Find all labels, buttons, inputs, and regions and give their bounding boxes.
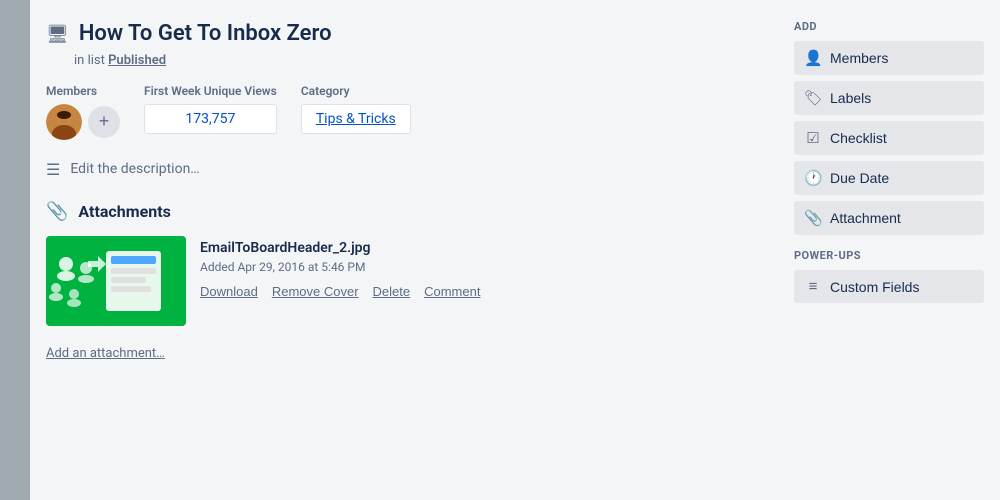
add-attachment-link[interactable]: Add an attachment… bbox=[46, 346, 165, 361]
attachments-header: 📎 Attachments bbox=[46, 201, 774, 222]
power-ups-title: Power-Ups bbox=[794, 249, 984, 262]
download-button[interactable]: Download bbox=[200, 284, 258, 299]
members-btn-label: Members bbox=[830, 50, 888, 66]
description-icon: ☰ bbox=[46, 160, 60, 179]
attachment-date: Added Apr 29, 2016 at 5:46 PM bbox=[200, 260, 480, 274]
attachments-icon: 📎 bbox=[46, 201, 68, 222]
labels-btn-label: Labels bbox=[830, 90, 871, 106]
custom-fields-sidebar-icon: ≡ bbox=[804, 278, 822, 295]
right-sidebar: Add 👤 Members 🏷 Labels ☑ Checklist 🕐 Due… bbox=[794, 20, 984, 480]
attachment-info: EmailToBoardHeader_2.jpg Added Apr 29, 2… bbox=[200, 236, 480, 326]
remove-cover-button[interactable]: Remove Cover bbox=[272, 284, 359, 299]
card-title: How To Get To Inbox Zero bbox=[79, 20, 332, 49]
list-link[interactable]: Published bbox=[108, 53, 166, 68]
labels-sidebar-icon: 🏷 bbox=[804, 89, 822, 107]
fields-row: Members + First Wee bbox=[46, 84, 774, 140]
attachment-thumb-svg bbox=[46, 236, 186, 326]
members-sidebar-icon: 👤 bbox=[804, 49, 822, 67]
sidebar-due-date-button[interactable]: 🕐 Due Date bbox=[794, 161, 984, 195]
attachment-filename: EmailToBoardHeader_2.jpg bbox=[200, 240, 480, 256]
due-date-sidebar-icon: 🕐 bbox=[804, 169, 822, 187]
attachment-thumbnail bbox=[46, 236, 186, 326]
attachment-item: EmailToBoardHeader_2.jpg Added Apr 29, 2… bbox=[46, 236, 774, 326]
attachments-title: Attachments bbox=[78, 202, 170, 221]
custom-fields-btn-label: Custom Fields bbox=[830, 279, 919, 295]
due-date-btn-label: Due Date bbox=[830, 170, 889, 186]
sidebar-members-button[interactable]: 👤 Members bbox=[794, 41, 984, 75]
attachment-actions: Download Remove Cover Delete Comment bbox=[200, 284, 480, 299]
edit-description-link[interactable]: Edit the description… bbox=[70, 161, 199, 177]
views-label: First Week Unique Views bbox=[144, 84, 277, 98]
avatar-svg bbox=[46, 104, 82, 140]
members-field: Members + bbox=[46, 84, 120, 140]
members-label: Members bbox=[46, 84, 120, 98]
attachment-sidebar-icon: 📎 bbox=[804, 209, 822, 227]
checklist-sidebar-icon: ☑ bbox=[804, 129, 822, 147]
category-value[interactable]: Tips & Tricks bbox=[301, 104, 411, 134]
add-member-button[interactable]: + bbox=[88, 106, 120, 138]
attachments-section: 📎 Attachments bbox=[46, 201, 774, 361]
members-value: + bbox=[46, 104, 120, 140]
in-list-label: in list Published bbox=[74, 53, 774, 68]
sidebar-labels-button[interactable]: 🏷 Labels bbox=[794, 81, 984, 115]
sidebar-attachment-button[interactable]: 📎 Attachment bbox=[794, 201, 984, 235]
views-field: First Week Unique Views 173,757 bbox=[144, 84, 277, 140]
checklist-btn-label: Checklist bbox=[830, 130, 887, 146]
add-section-title: Add bbox=[794, 20, 984, 33]
views-value[interactable]: 173,757 bbox=[144, 104, 277, 134]
sidebar-custom-fields-button[interactable]: ≡ Custom Fields bbox=[794, 270, 984, 303]
description-row: ☰ Edit the description… bbox=[46, 160, 774, 179]
avatar[interactable] bbox=[46, 104, 82, 140]
card-header: 🖥 How To Get To Inbox Zero bbox=[46, 20, 774, 49]
card-type-icon: 🖥 bbox=[46, 24, 69, 45]
comment-button[interactable]: Comment bbox=[424, 284, 480, 299]
main-panel: 🖥 How To Get To Inbox Zero in list Publi… bbox=[30, 0, 1000, 500]
category-field: Category Tips & Tricks bbox=[301, 84, 411, 140]
category-label: Category bbox=[301, 84, 411, 98]
attachment-btn-label: Attachment bbox=[830, 210, 901, 226]
delete-button[interactable]: Delete bbox=[373, 284, 411, 299]
card-content: 🖥 How To Get To Inbox Zero in list Publi… bbox=[46, 20, 774, 480]
sidebar-checklist-button[interactable]: ☑ Checklist bbox=[794, 121, 984, 155]
left-sidebar bbox=[0, 0, 30, 500]
